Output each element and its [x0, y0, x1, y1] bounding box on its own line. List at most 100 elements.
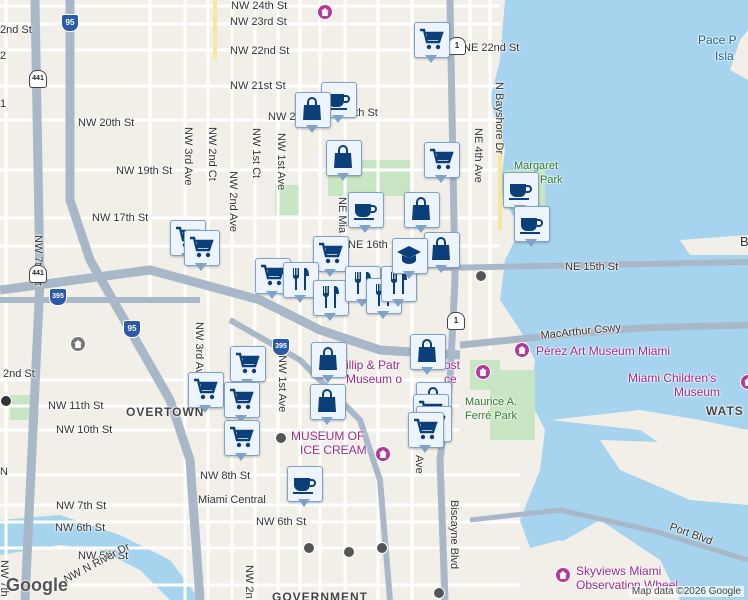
place-marker[interactable]	[414, 22, 450, 64]
place-marker[interactable]	[188, 372, 224, 414]
shopping-cart-icon	[191, 375, 219, 403]
area-label-government: GOVERNMENT	[272, 590, 369, 600]
park-label-margaret-park: Park	[540, 174, 563, 186]
place-marker[interactable]	[283, 262, 319, 304]
transit-icon[interactable]	[343, 546, 355, 558]
coffee-cup-icon	[290, 469, 318, 497]
coffee-cup-icon	[351, 195, 379, 223]
place-marker[interactable]	[514, 206, 550, 248]
water-label-island: Isla	[715, 49, 734, 63]
shopping-cart-icon	[258, 261, 286, 289]
street-label-nw8: NW 8th St	[200, 470, 251, 482]
transit-icon[interactable]	[376, 542, 388, 554]
street-label-nw1ave2: NW 1st Ave	[276, 355, 288, 413]
poi-label-childrens-2: Museum	[674, 385, 721, 399]
street-label-nw20: NW 20th St	[78, 117, 135, 129]
map-attribution[interactable]: Map data ©2026 Google	[628, 586, 744, 597]
museum-icon[interactable]	[555, 567, 571, 583]
place-marker[interactable]	[224, 382, 260, 424]
shopping-bag-icon	[314, 345, 342, 373]
street-label-nw17: NW 17th St	[92, 212, 149, 224]
park-label-ferre-2: Ferré Park	[465, 410, 517, 422]
street-label-ne22: NE 22nd St	[463, 42, 520, 54]
museum-icon[interactable]	[317, 4, 333, 20]
metrorail-icon[interactable]	[0, 395, 12, 407]
park-label-ferre-1: Maurice A.	[465, 396, 517, 408]
i95-shield: 95	[123, 320, 141, 338]
place-marker[interactable]	[184, 230, 220, 272]
shopping-cart-icon	[187, 233, 215, 261]
street-label-nw1ct: NW 1st Ct	[250, 128, 262, 179]
place-marker[interactable]	[424, 232, 460, 274]
street-label-nw21: NW 21st St	[230, 80, 286, 92]
edge-label-b: B	[740, 234, 748, 249]
street-label-nw19: NW 19th St	[116, 165, 173, 177]
i395-shield: 395	[49, 288, 67, 306]
place-marker[interactable]	[392, 238, 428, 280]
water-label-pace: Pace P	[698, 33, 737, 47]
transit-icon[interactable]	[303, 542, 315, 554]
street-label-nw6a: NW 6th St	[55, 522, 106, 534]
place-marker[interactable]	[326, 140, 362, 182]
shopping-bag-icon	[313, 387, 341, 415]
area-label-watson: WATS	[706, 404, 744, 418]
poi-label-phillip-1: illip & Patr	[346, 358, 401, 372]
shopping-bag-icon	[407, 195, 435, 223]
shopping-bag-icon	[329, 143, 357, 171]
transit-icon[interactable]	[433, 587, 445, 599]
transit-icon[interactable]	[275, 432, 287, 444]
poi-label-icecream-1: MUSEUM OF	[291, 429, 365, 443]
place-marker[interactable]	[404, 192, 440, 234]
restaurant-icon	[286, 265, 314, 293]
museum-icon[interactable]	[475, 364, 491, 380]
edge-label-1: 1	[0, 98, 7, 110]
museum-icon[interactable]	[514, 342, 530, 358]
google-logo: Google	[6, 575, 68, 595]
street-label-s2: 2nd St	[3, 368, 35, 380]
shopping-cart-icon	[427, 145, 455, 173]
us1-shield: 1	[447, 312, 465, 330]
place-marker[interactable]	[295, 92, 331, 134]
restaurant-icon	[316, 283, 344, 311]
street-label-ave: Ave	[413, 455, 425, 474]
street-label-nemia: NE Mia	[336, 197, 348, 234]
coffee-cup-icon	[506, 175, 534, 203]
transit-icon[interactable]	[475, 270, 487, 282]
poi-label-perez: Pérez Art Museum Miami	[536, 344, 671, 358]
place-marker[interactable]	[410, 334, 446, 376]
shopping-cart-icon	[411, 415, 439, 443]
street-label-nw11: NW 11th St	[48, 400, 104, 412]
place-marker[interactable]	[311, 342, 347, 384]
landmark-icon[interactable]	[70, 336, 86, 352]
place-marker[interactable]	[310, 384, 346, 426]
street-label-n2: 2nd St	[0, 24, 32, 36]
place-marker[interactable]	[313, 280, 349, 322]
place-marker[interactable]	[224, 420, 260, 462]
street-label-nw2nd: NW 2n	[243, 565, 255, 599]
school-icon	[395, 241, 423, 269]
shopping-cart-icon	[227, 423, 255, 451]
museum-icon[interactable]	[375, 446, 391, 462]
map-canvas[interactable]: NW 24th St NW 23rd St NW 22nd St NE 22nd…	[0, 0, 748, 600]
shopping-bag-icon	[427, 235, 455, 263]
place-label-central: Miami Central	[198, 494, 266, 506]
edge-label-2: 2	[0, 50, 7, 62]
street-label-nw6b: NW 6th St	[256, 516, 307, 528]
street-label-nw2ct: NW 2nd Ct	[206, 127, 218, 181]
park-label-margaret: Margaret	[514, 160, 559, 172]
place-marker[interactable]	[287, 466, 323, 508]
poi-label-childrens-1: Miami Children's	[628, 371, 717, 385]
street-label-ne16: NE 16th	[348, 239, 388, 251]
street-label-nw1ave: NW 1st Ave	[275, 133, 287, 191]
shopping-cart-icon	[227, 385, 255, 413]
shopping-cart-icon	[316, 239, 344, 267]
place-marker[interactable]	[348, 192, 384, 234]
place-marker[interactable]	[408, 412, 444, 454]
place-marker[interactable]	[424, 142, 460, 184]
edge-label-n: N	[0, 466, 8, 478]
street-label-ne15: NE 15th St	[565, 261, 619, 273]
shopping-bag-icon	[298, 95, 326, 123]
shopping-bag-icon	[413, 337, 441, 365]
street-label-nw2ave: NW 2nd Ave	[227, 171, 239, 232]
us441-shield: 441	[29, 265, 47, 283]
